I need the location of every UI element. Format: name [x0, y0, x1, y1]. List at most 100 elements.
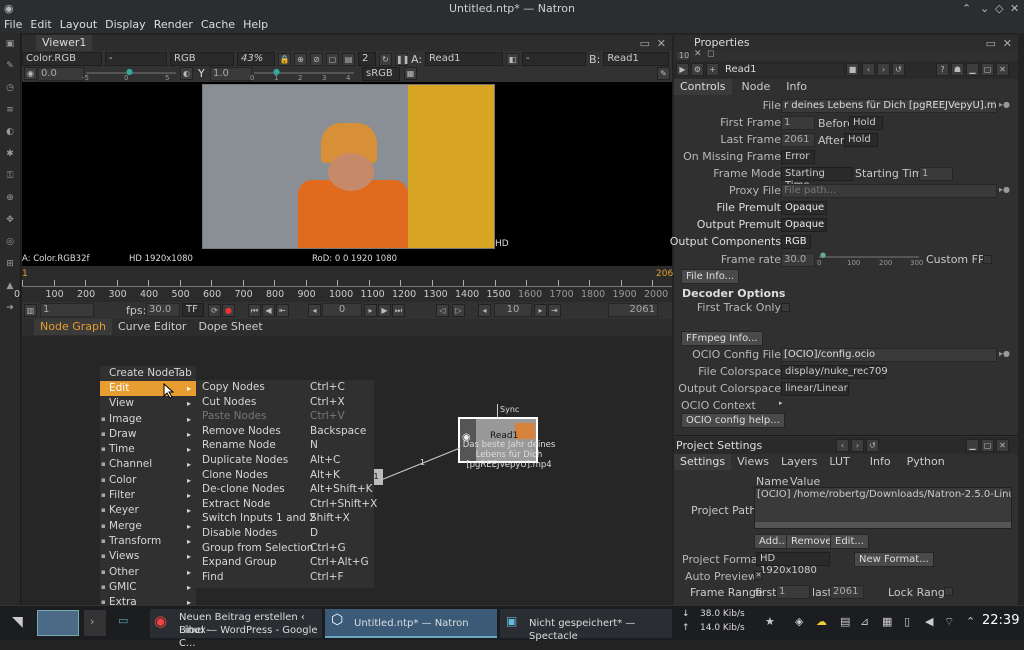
timeline-end-marker[interactable]: 206 [656, 269, 673, 279]
add-icon[interactable]: + [706, 63, 719, 76]
output-components-dropdown[interactable]: RGB [781, 235, 811, 249]
input-b-dropdown[interactable]: Read1 [603, 52, 670, 66]
toolbar-time-icon[interactable]: ◷ [0, 77, 20, 99]
frame-rate-field[interactable]: 30.0 [781, 253, 815, 267]
missing-frame-dropdown[interactable]: Error [781, 150, 815, 164]
redo-icon[interactable]: › [877, 63, 890, 76]
minimize-panel-icon[interactable]: ▁ [966, 439, 979, 452]
playback-mode-icon[interactable]: ⟳ [208, 304, 221, 317]
tab-settings[interactable]: Settings [674, 454, 732, 470]
gamma-field[interactable]: 1.0 [210, 67, 252, 81]
max-panels-field[interactable]: 10 [676, 51, 690, 61]
ocio-help-button[interactable]: OCIO config help... [681, 413, 785, 428]
toolbar-views-icon[interactable]: ◎ [0, 231, 20, 253]
prev-increment-icon[interactable]: ◁ [436, 304, 449, 317]
menu-item-transform[interactable]: ▪ Transform ▸ [100, 534, 196, 549]
node-name-field[interactable]: Read1 [722, 63, 844, 77]
checkerboard-icon[interactable]: ▦ [404, 67, 417, 80]
menu-item-channel[interactable]: ▪ Channel ▸ [100, 457, 196, 472]
close-panel-icon[interactable]: ✕ [996, 439, 1009, 452]
render-icon[interactable]: ▥ [24, 304, 37, 317]
proxy-browse-icon[interactable]: ▸● [999, 185, 1010, 194]
submenu-item[interactable]: Switch Inputs 1 and 2 Shift+X [202, 511, 374, 526]
toolbar-merge-icon[interactable]: ⊕ [0, 187, 20, 209]
settings-icon[interactable]: ⚙ [691, 63, 704, 76]
redo-icon[interactable]: › [851, 439, 864, 452]
proxy-file-field[interactable]: File path... [781, 184, 997, 198]
clipboard-icon[interactable]: ▤ [840, 615, 850, 628]
submenu-item[interactable]: Disable Nodes D [202, 526, 374, 541]
menu-edit[interactable]: Edit [26, 17, 55, 33]
current-frame-field[interactable]: 0 [322, 303, 362, 317]
menu-item-merge[interactable]: ▪ Merge ▸ [100, 519, 196, 534]
submenu-item[interactable]: Find Ctrl+F [202, 570, 374, 585]
gamma-toggle-icon[interactable]: ◐ [180, 67, 193, 80]
play-backward-icon[interactable]: ◀ [262, 304, 275, 317]
lock-range-checkbox[interactable] [944, 587, 953, 596]
before-dropdown[interactable]: Hold [849, 116, 883, 130]
next-frame-icon[interactable]: ▸ [364, 304, 377, 317]
menu-file[interactable]: File [0, 17, 26, 33]
output-colorspace-dropdown[interactable]: linear/Linear [781, 382, 849, 396]
submenu-item[interactable]: Clone Nodes Alt+K [202, 468, 374, 483]
battery-icon[interactable]: ▯ [904, 615, 910, 628]
timeline-start-marker[interactable]: 1 [22, 269, 28, 279]
toolbar-other-icon[interactable]: ⊞ [0, 253, 20, 275]
file-premult-dropdown[interactable]: Opaque [781, 201, 827, 215]
paths-scrollbar[interactable] [755, 522, 1011, 528]
toolbar-color-icon[interactable]: ◐ [0, 121, 20, 143]
pager-desktop-1[interactable] [37, 610, 79, 636]
tab-info[interactable]: Info [780, 79, 813, 95]
rss-icon[interactable]: ⊿ [860, 615, 869, 628]
timeline[interactable]: 1 206 0 100 200 300 400 500 600 700 800 900 1000 11… [14, 266, 673, 302]
file-info-button[interactable]: File Info... [681, 269, 740, 284]
frame-rate-slider[interactable] [819, 256, 919, 258]
close-icon[interactable]: ✕ [1010, 2, 1019, 15]
menu-item-keyer[interactable]: ▪ Keyer ▸ [100, 503, 196, 518]
float-panel-icon[interactable]: ▢ [981, 439, 994, 452]
tab-dope-sheet[interactable]: Dope Sheet [192, 319, 268, 335]
discover-icon[interactable]: ◈ [795, 615, 803, 628]
float-panel-icon[interactable]: ▢ [981, 63, 994, 76]
menu-item-other[interactable]: ▪ Other ▸ [100, 565, 196, 580]
submenu-item[interactable]: Remove Nodes Backspace [202, 424, 374, 439]
submenu-item[interactable]: Cut Nodes Ctrl+X [202, 395, 374, 410]
roi-icon[interactable]: ▢ [326, 52, 339, 66]
close-panel-icon[interactable]: ✕ [996, 63, 1009, 76]
ffmpeg-info-button[interactable]: FFmpeg Info... [681, 331, 763, 346]
restore-defaults-icon[interactable]: ↺ [866, 439, 879, 452]
tab-python[interactable]: Python [901, 454, 951, 470]
menu-layout[interactable]: Layout [56, 17, 101, 33]
menu-item-view[interactable]: View ▸ [100, 396, 196, 411]
pane-float-icon[interactable]: ▭ [640, 37, 650, 50]
project-format-dropdown[interactable]: HD 1920x1080 [756, 552, 830, 576]
increment-icon[interactable]: ▸ [534, 304, 547, 317]
starting-time-field[interactable]: 1 [919, 167, 953, 181]
tab-info[interactable]: Info [864, 454, 897, 470]
menu-item-image[interactable]: ▪ Image ▸ [100, 412, 196, 427]
refresh-icon[interactable]: ↻ [379, 52, 392, 66]
menu-item-gmic[interactable]: ▪ GMIC ▸ [100, 580, 196, 595]
ocio-config-field[interactable]: [OCIO]/config.ocio [781, 348, 997, 362]
help-icon[interactable]: ? [936, 63, 949, 76]
colorspace-dropdown[interactable]: sRGB [362, 67, 400, 81]
input-a-dropdown[interactable]: Read1 [425, 52, 504, 66]
submenu-item[interactable]: Extract Node Ctrl+Shift+X [202, 497, 377, 512]
pane-close-icon[interactable]: ✕ [1003, 37, 1012, 50]
undo-icon[interactable]: ‹ [836, 439, 849, 452]
tab-controls[interactable]: Controls [674, 79, 732, 95]
maximize-icon[interactable]: ◇ [995, 2, 1003, 15]
prev-keyframe-icon[interactable]: ◂ [308, 304, 321, 317]
file-browse-icon[interactable]: ▸● [999, 100, 1010, 109]
tab-views[interactable]: Views [731, 454, 775, 470]
gain-field[interactable]: 0.0 [38, 67, 84, 81]
pane-close-icon[interactable]: ✕ [657, 37, 666, 50]
menu-cache[interactable]: Cache [197, 17, 239, 33]
tab-node[interactable]: Node [736, 79, 777, 95]
frame-rate-handle[interactable]: ● [820, 251, 826, 259]
volume-icon[interactable]: ◀ [925, 615, 933, 628]
frame-mode-dropdown[interactable]: Starting Time [781, 167, 853, 191]
menu-display[interactable]: Display [101, 17, 150, 33]
file-colorspace-dropdown[interactable]: display/nuke_rec709 [781, 365, 888, 379]
fps-field[interactable]: 30.0 [146, 303, 180, 317]
